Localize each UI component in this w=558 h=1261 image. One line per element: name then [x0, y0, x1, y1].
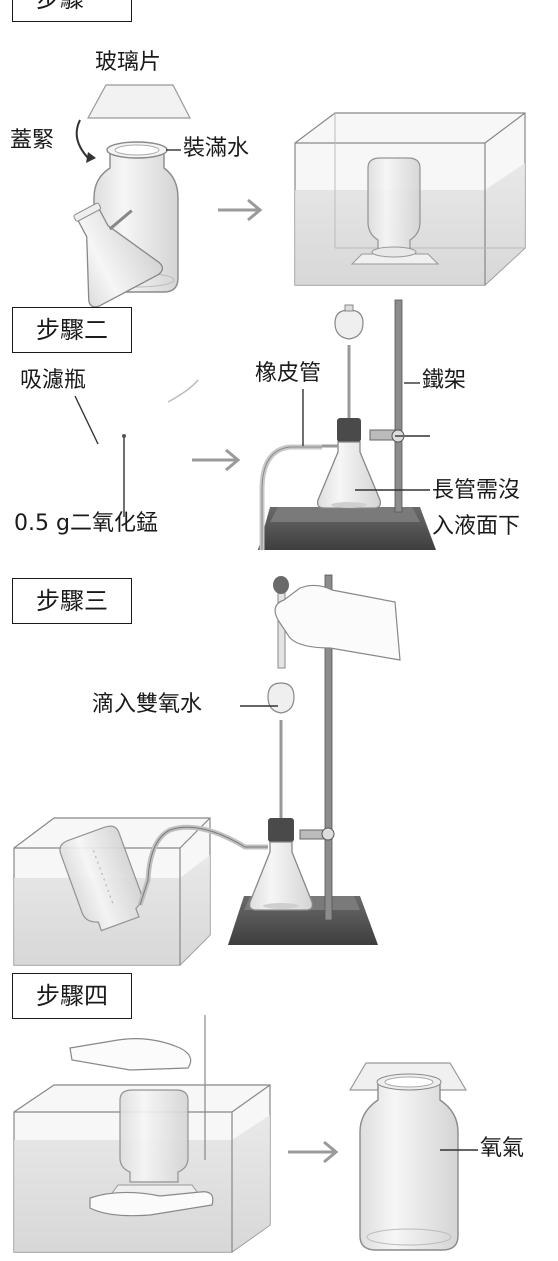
flask-apparatus-2: [316, 304, 430, 509]
cover-tight-label: 蓋緊: [10, 128, 55, 153]
experiment-diagram: 步驟一 步驟二 步驟三 步驟四 玻璃片 蓋緊 裝滿水 吸濾瓶 橡皮管 鐵架 長管…: [0, 0, 558, 1261]
long-tube-note-2: 入液面下: [432, 514, 521, 539]
filter-flask-label: 吸濾瓶: [20, 368, 87, 393]
fill-water-label: 裝滿水: [183, 136, 250, 161]
water-tank-4: [13, 1084, 271, 1253]
hand-step3: [274, 584, 401, 661]
water-tank-3: [13, 817, 211, 966]
oxygen-label: 氧氣: [480, 1136, 525, 1161]
step4-title: 步驟四: [12, 973, 132, 1019]
glass-plate-label: 玻璃片: [95, 50, 162, 75]
oxygen-bottle: [348, 1062, 478, 1251]
drip-peroxide-label: 滴入雙氧水: [92, 692, 203, 717]
long-tube-note-1: 長管需沒: [432, 478, 521, 503]
diagram-artwork: [13, 84, 526, 1253]
rubber-tube-label: 橡皮管: [255, 361, 322, 386]
step1-title: 步驟一: [12, 0, 132, 22]
step3-title: 步驟三: [12, 578, 132, 624]
manganese-dioxide-label: 0.5 g二氧化錳: [14, 511, 158, 536]
hand-step4-top: [69, 1038, 192, 1071]
glass-plate: [86, 84, 191, 119]
iron-stand-label: 鐵架: [422, 368, 467, 393]
step2-title: 步驟二: [12, 307, 132, 353]
water-tank-1: [294, 112, 526, 286]
